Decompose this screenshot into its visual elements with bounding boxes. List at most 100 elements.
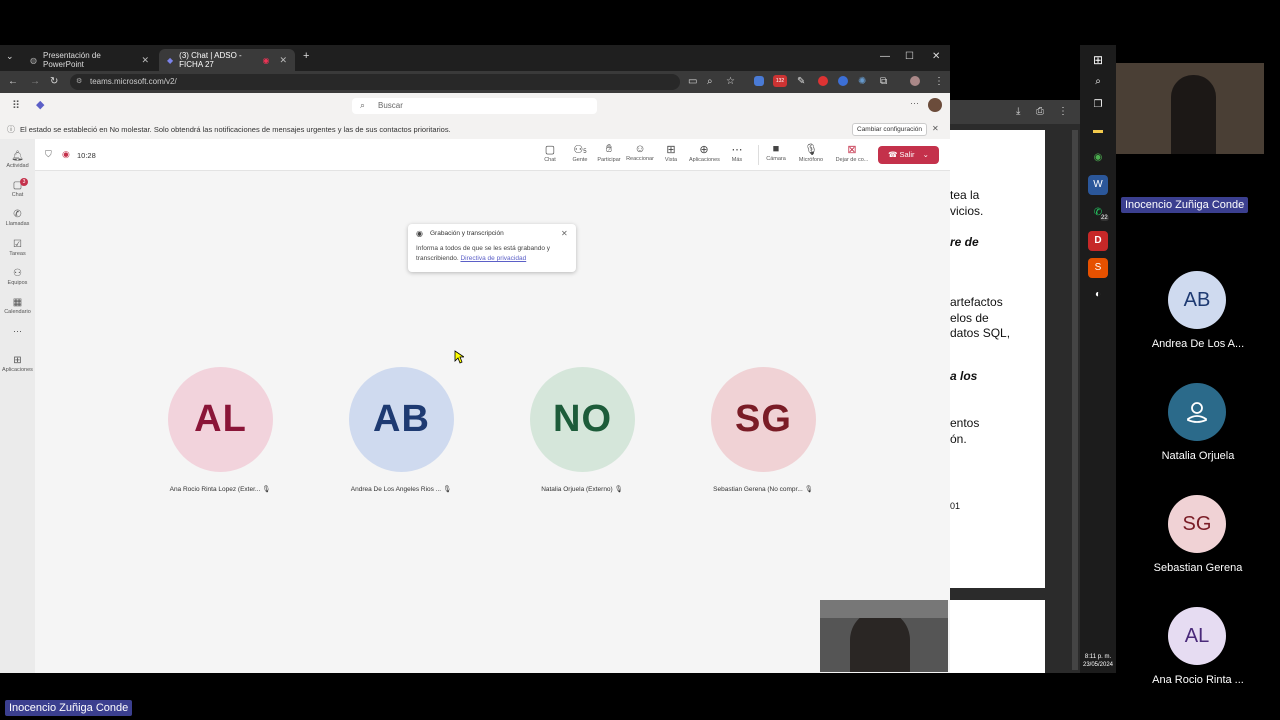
mic-muted-icon: 🎙︎ (804, 486, 813, 493)
rail-label: Tareas (9, 251, 26, 257)
self-video-feed[interactable] (820, 600, 948, 672)
avatar[interactable] (1168, 383, 1226, 441)
chrome-icon[interactable]: ◉ (1088, 148, 1108, 168)
bookmark-star-icon[interactable]: ☆ (726, 76, 735, 87)
toolbar-more[interactable]: ⋯ Más (722, 143, 752, 163)
toolbar-apps[interactable]: ⊕ Aplicaciones (689, 143, 720, 163)
toolbar-mic[interactable]: 🎙︎ Micrófono (796, 143, 826, 163)
toolbar-divider (758, 145, 759, 165)
avatar[interactable] (928, 98, 942, 112)
toolbar-label: Cámara (766, 156, 786, 162)
url-field[interactable]: ⚙ teams.microsoft.com/v2/ (70, 74, 680, 90)
more-options-icon[interactable]: ⋯ (910, 98, 919, 109)
rail-item-apps[interactable]: ⊞ Aplicaciones (0, 355, 35, 373)
camera-icon: ■ (772, 143, 780, 155)
toolbar-people[interactable]: ⚇5 Gente (565, 143, 595, 163)
toolbar-chat[interactable]: ▢ Chat (535, 143, 565, 163)
leave-button[interactable]: ☎ Salir ⌄ (878, 146, 939, 164)
search-placeholder: Buscar (378, 101, 403, 110)
site-info-icon[interactable]: ⚙ (76, 77, 82, 85)
app-d-icon[interactable]: D (1088, 231, 1108, 251)
app-icon[interactable]: ◐ (1088, 285, 1108, 305)
change-settings-button[interactable]: Cambiar configuración (852, 123, 928, 136)
speaker-video-feed[interactable] (1116, 63, 1264, 154)
rail-item-tasks[interactable]: ☑ Tareas (0, 239, 35, 257)
task-view-icon[interactable]: ❐ (1088, 95, 1108, 115)
toolbar-react[interactable]: ☺ Reaccionar (625, 143, 655, 162)
react-icon[interactable]: ✺ (858, 76, 866, 87)
forward-icon[interactable]: → (30, 76, 40, 87)
mouse-cursor-icon (454, 350, 464, 364)
search-input[interactable]: ⌕ Buscar (352, 98, 597, 114)
privacy-policy-link[interactable]: Directiva de privacidad (460, 255, 526, 262)
rail-item-chat[interactable]: ▢ Chat 3 (0, 178, 35, 198)
document-page: tea la vicios. re de artefactos elos de … (950, 130, 1045, 588)
mic-icon: 🎙︎ (804, 144, 818, 156)
rail-item-calls[interactable]: ✆ Llamadas (0, 209, 35, 227)
participant-tile[interactable]: AB (349, 367, 454, 472)
person-silhouette (850, 610, 910, 672)
close-icon[interactable]: ✕ (932, 124, 939, 133)
extension-icon[interactable] (818, 76, 828, 86)
download-icon[interactable]: ⤓ (1016, 106, 1020, 117)
extension-badge[interactable]: 132 (773, 75, 787, 87)
shield-icon[interactable]: ⛉ (45, 149, 52, 160)
toolbar-raise-hand[interactable]: ✋︎ Participar (594, 143, 624, 163)
close-window-icon[interactable]: ✕ (932, 51, 940, 62)
rail-item-teams[interactable]: ⚇ Equipos (0, 268, 35, 286)
scrollbar[interactable] (1072, 130, 1078, 670)
rail-more[interactable]: ⋯ (0, 326, 35, 337)
menu-icon[interactable]: ⋮ (934, 76, 944, 87)
participant-tile[interactable]: AL (168, 367, 273, 472)
avatar[interactable]: SG (1168, 495, 1226, 553)
pen-icon[interactable]: ✎ (797, 76, 805, 87)
back-icon[interactable]: ← (8, 76, 18, 87)
tab-powerpoint[interactable]: ◍ Presentación de PowerPoint ✕ (22, 49, 157, 71)
new-tab-icon[interactable]: + (303, 50, 309, 62)
app-launcher-icon[interactable]: ⠿ (12, 99, 20, 112)
extension-icon[interactable] (754, 76, 764, 86)
recording-notification: ◉ Grabación y transcripción ✕ Informa a … (408, 224, 576, 272)
rail-item-activity[interactable]: 🔔︎ Actividad (0, 151, 35, 169)
participant-name-row: Sebastian Gerena (No compr... 🎙︎ (673, 485, 853, 493)
extension-icon[interactable] (838, 76, 848, 86)
file-explorer-icon[interactable]: ▬ (1088, 121, 1108, 141)
toolbar-camera[interactable]: ■ Cámara (761, 143, 791, 162)
apps-icon: ⊞ (13, 355, 22, 366)
reload-icon[interactable]: ↻ (50, 76, 58, 87)
close-icon[interactable]: ✕ (279, 55, 287, 66)
address-bar: ← → ↻ ⚙ teams.microsoft.com/v2/ ▭ ⌕ ☆ 13… (0, 71, 950, 93)
toolbar-stop-share[interactable]: ⊠ Dejar de co... (835, 143, 869, 163)
doc-text-line: datos SQL, (950, 326, 1011, 340)
meeting-stage: ⛉ ◉ 10:28 ▢ Chat ⚇5 Gente ✋︎ Participar ☺ Re… (35, 139, 950, 673)
profile-icon[interactable] (910, 76, 920, 86)
windows-start-icon[interactable]: ⊞ (1088, 50, 1108, 70)
zoom-icon[interactable]: ⌕ (707, 76, 713, 87)
participant-tile[interactable]: NO (530, 367, 635, 472)
maximize-icon[interactable]: ☐ (905, 51, 914, 62)
minimize-icon[interactable]: — (880, 51, 890, 62)
avatar[interactable]: AL (1168, 607, 1226, 665)
whatsapp-badge: 22 (1100, 215, 1109, 221)
tab-search-icon[interactable]: ⌄ (6, 51, 14, 62)
search-icon[interactable]: ⌕ (1088, 72, 1108, 92)
info-icon: ⓘ (7, 125, 15, 134)
participant-tile[interactable]: SG (711, 367, 816, 472)
close-icon[interactable]: ✕ (141, 55, 149, 66)
close-icon[interactable]: ✕ (561, 229, 568, 238)
rail-item-calendar[interactable]: ▦ Calendario (0, 297, 35, 315)
avatar[interactable]: AB (1168, 271, 1226, 329)
toolbar-view[interactable]: ⊞ Vista (656, 143, 686, 163)
menu-icon[interactable]: ⋮ (1058, 106, 1068, 117)
avatar-initials: AL (194, 398, 247, 440)
sublime-icon[interactable]: S (1088, 258, 1108, 278)
puzzle-icon[interactable]: ⧉ (880, 76, 887, 87)
camera-permission-icon[interactable]: ▭ (688, 76, 697, 87)
print-icon[interactable]: ⎙ (1036, 106, 1044, 117)
chevron-down-icon[interactable]: ⌄ (923, 150, 929, 159)
tab-teams-chat[interactable]: ◆ (3) Chat | ADSO - FICHA 27 ◉ ✕ (159, 49, 295, 71)
word-icon[interactable]: W (1088, 175, 1108, 195)
local-user-name-badge: Inocencio Zuñiga Conde (5, 700, 133, 716)
doc-text-line: vicios. (950, 204, 984, 218)
clock[interactable]: 8:11 p. m. 23/05/2024 (1080, 653, 1116, 669)
